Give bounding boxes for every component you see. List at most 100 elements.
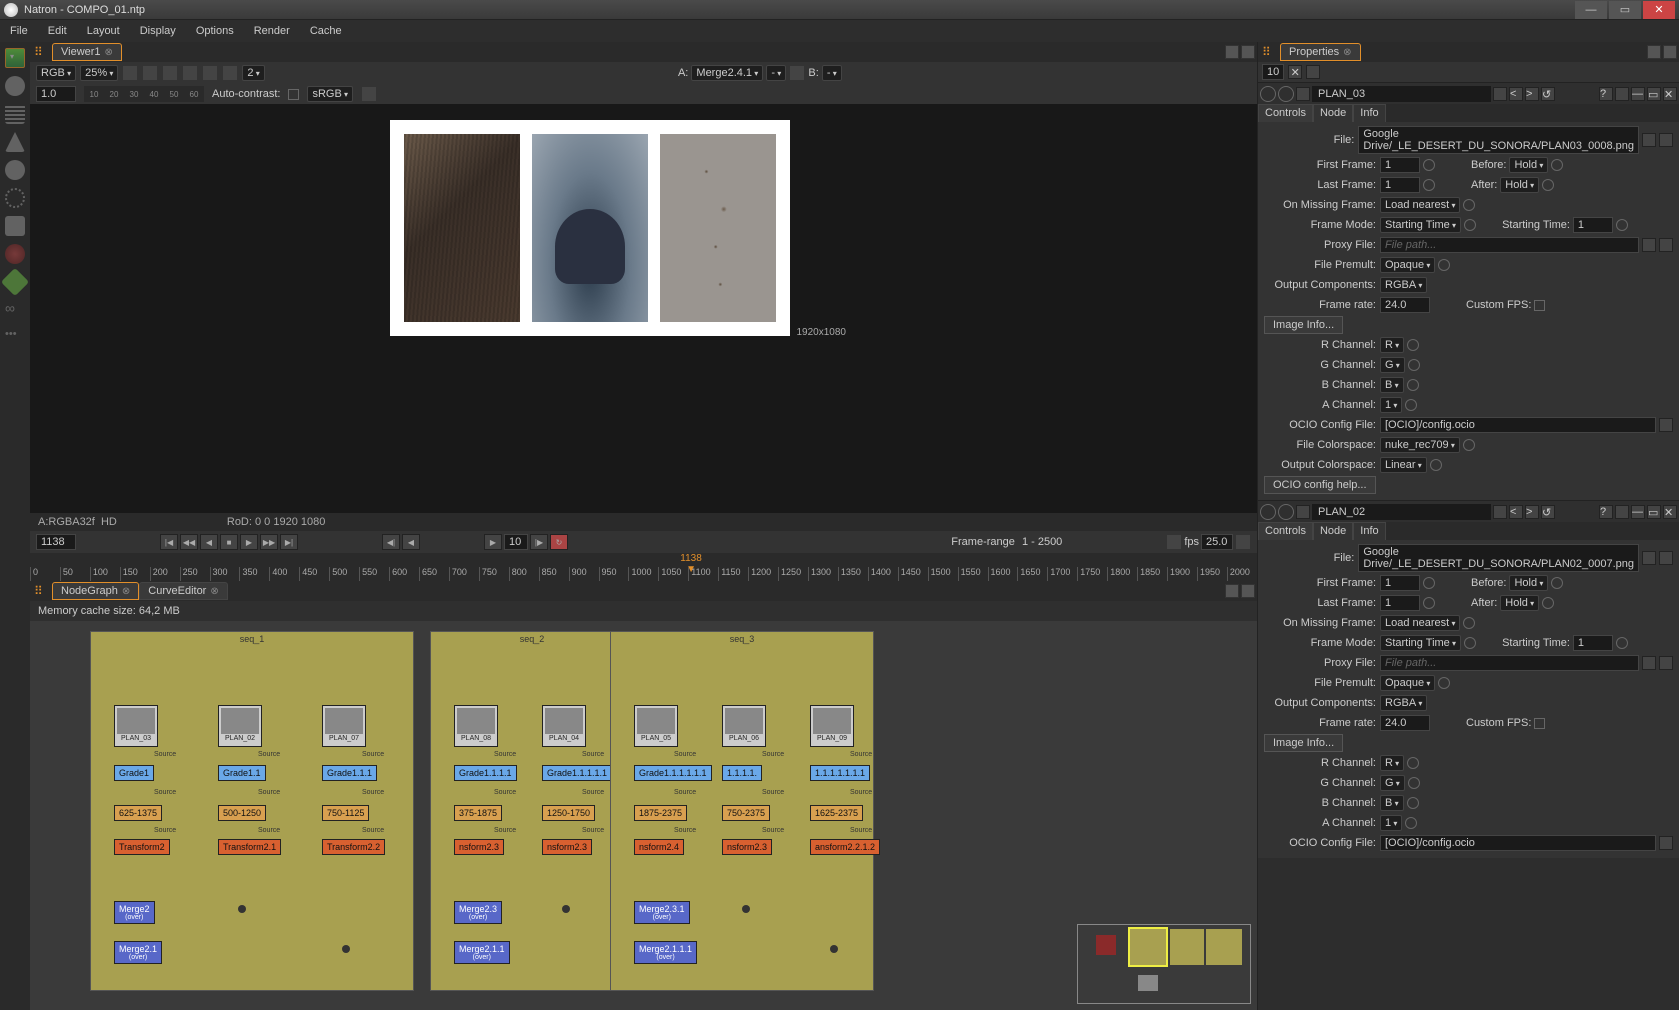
dropdown[interactable]: 1 [1380, 397, 1402, 413]
tab-curveeditor[interactable]: CurveEditor⊗ [139, 582, 227, 600]
reload-icon[interactable] [1659, 133, 1673, 147]
dropdown[interactable]: Hold [1500, 177, 1539, 193]
restore-icon[interactable]: ↺ [1541, 505, 1555, 519]
framerange-node[interactable]: 500-1250 [218, 805, 266, 821]
menu-render[interactable]: Render [244, 25, 300, 37]
anim-knob-icon[interactable] [1423, 159, 1435, 171]
float-icon[interactable] [1225, 584, 1239, 598]
dropdown[interactable]: RGBA [1380, 695, 1427, 711]
close-pane-icon[interactable] [1663, 45, 1677, 59]
autocontrast-checkbox[interactable] [288, 89, 299, 100]
node-name-field[interactable]: PLAN_02 [1312, 504, 1491, 520]
enable-node-icon[interactable] [1278, 504, 1294, 520]
browse-icon[interactable] [1642, 551, 1656, 565]
tool-icon[interactable] [5, 216, 25, 236]
value-field[interactable]: 24.0 [1380, 715, 1430, 731]
anim-knob-icon[interactable] [1407, 797, 1419, 809]
reload-icon[interactable] [1659, 238, 1673, 252]
channel-select[interactable]: RGB [36, 65, 76, 81]
anim-knob-icon[interactable] [1463, 199, 1475, 211]
value-field[interactable]: 1 [1573, 635, 1613, 651]
clear-panels-icon[interactable]: ✕ [1288, 65, 1302, 79]
zoom-select[interactable]: 25% [80, 65, 118, 81]
minimize-icon[interactable]: — [1631, 87, 1645, 101]
read-node[interactable]: PLAN_06 [722, 705, 766, 747]
hide-icon[interactable] [1615, 87, 1629, 101]
framerange-node[interactable]: 750-1125 [322, 805, 369, 821]
dropdown[interactable]: Hold [1509, 157, 1548, 173]
value-field[interactable]: 1 [1380, 177, 1420, 193]
custom-fps-checkbox[interactable] [1534, 718, 1545, 729]
dot-node[interactable] [238, 905, 246, 913]
dropdown[interactable]: Starting Time [1380, 635, 1461, 651]
minimize-panels-icon[interactable] [1306, 65, 1320, 79]
minimap[interactable] [1077, 924, 1251, 1004]
menu-file[interactable]: File [0, 25, 38, 37]
transform-node[interactable]: Transform2.2 [322, 839, 385, 855]
first-frame-button[interactable]: |◀ [160, 534, 178, 550]
anim-knob-icon[interactable] [1430, 459, 1442, 471]
transform-node[interactable]: nsform2.3 [542, 839, 592, 855]
lock-range-icon[interactable] [1166, 534, 1182, 550]
anim-knob-icon[interactable] [1463, 439, 1475, 451]
menu-display[interactable]: Display [130, 25, 186, 37]
dropdown[interactable]: nuke_rec709 [1380, 437, 1460, 453]
viewport[interactable]: 1920x1080 [30, 104, 1257, 513]
pause-icon[interactable] [222, 65, 238, 81]
help-icon[interactable]: ? [1599, 505, 1613, 519]
center-node-icon[interactable] [1260, 86, 1276, 102]
fps-menu-icon[interactable] [1235, 534, 1251, 550]
image-info-button[interactable]: Image Info... [1264, 316, 1343, 334]
next-icon[interactable]: > [1525, 505, 1539, 519]
reload-icon[interactable] [1659, 551, 1673, 565]
dropdown[interactable]: Starting Time [1380, 217, 1461, 233]
tab-node[interactable]: Node [1313, 104, 1353, 122]
picker-icon[interactable] [361, 86, 377, 102]
dot-node[interactable] [830, 945, 838, 953]
undo-icon[interactable] [1493, 87, 1507, 101]
color-swatch[interactable] [1296, 87, 1310, 101]
tab-viewer1[interactable]: Viewer1⊗ [52, 43, 122, 61]
tool-icon[interactable] [5, 132, 25, 152]
read-node[interactable]: PLAN_05 [634, 705, 678, 747]
minimize-icon[interactable]: — [1631, 505, 1645, 519]
center-node-icon[interactable] [1260, 504, 1276, 520]
value-field[interactable]: 1 [1380, 575, 1420, 591]
menu-options[interactable]: Options [186, 25, 244, 37]
merge-node[interactable]: Merge2.1.1.1(over) [634, 941, 697, 964]
transform-node[interactable]: ansform2.2.1.2 [810, 839, 880, 855]
nodegraph-canvas[interactable]: seq_1PLAN_03SourceGrade1Source625-1375So… [30, 621, 1257, 1010]
tool-icon[interactable] [5, 160, 25, 180]
browse-icon[interactable] [1642, 238, 1656, 252]
enable-node-icon[interactable] [1278, 86, 1294, 102]
tab-controls[interactable]: Controls [1258, 522, 1313, 540]
read-node[interactable]: PLAN_08 [454, 705, 498, 747]
merge-node[interactable]: Merge2.1(over) [114, 941, 162, 964]
close-icon[interactable]: ⊗ [105, 47, 113, 58]
help-icon[interactable]: ? [1599, 87, 1613, 101]
wipe-icon[interactable] [789, 65, 805, 81]
framerange-node[interactable]: 625-1375 [114, 805, 162, 821]
float-icon[interactable] [1647, 45, 1661, 59]
ab-mode-select[interactable]: - [766, 65, 786, 81]
tool-icon[interactable] [1, 268, 29, 296]
anim-knob-icon[interactable] [1616, 637, 1628, 649]
prev-incr-button[interactable]: ◀| [382, 534, 400, 550]
colorspace-select[interactable]: sRGB [307, 86, 353, 102]
next-key-button[interactable]: ▶▶ [260, 534, 278, 550]
browse-icon[interactable] [1642, 133, 1656, 147]
anim-knob-icon[interactable] [1407, 379, 1419, 391]
anim-knob-icon[interactable] [1405, 817, 1417, 829]
tool-icon[interactable] [5, 188, 25, 208]
gain-field[interactable]: 1.0 [36, 86, 76, 102]
grade-node[interactable]: Grade1.1.1.1 [454, 765, 517, 781]
merge-node[interactable]: Merge2.1.1(over) [454, 941, 510, 964]
anim-knob-icon[interactable] [1407, 757, 1419, 769]
anim-knob-icon[interactable] [1551, 159, 1563, 171]
anim-knob-icon[interactable] [1423, 577, 1435, 589]
merge-node[interactable]: Merge2(over) [114, 901, 155, 924]
next-incr-button[interactable]: |▶ [530, 534, 548, 550]
stop-button[interactable]: ■ [220, 534, 238, 550]
dropdown[interactable]: Hold [1500, 595, 1539, 611]
pane-handle-icon[interactable]: ⠿ [34, 45, 52, 59]
